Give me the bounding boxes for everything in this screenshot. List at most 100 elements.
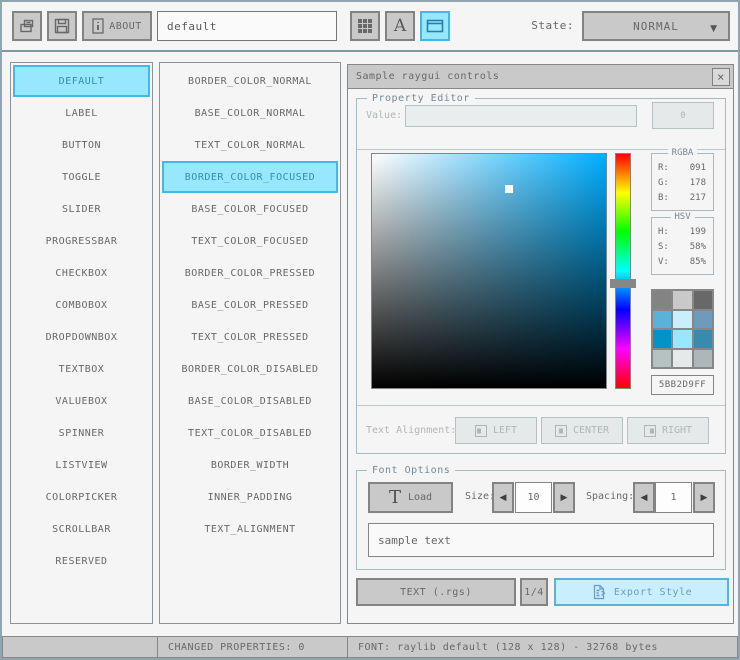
hsv-row-s: S: 58% [658,242,706,252]
control-item[interactable]: CHECKBOX [13,257,150,289]
palette-swatch[interactable] [673,330,692,348]
palette-swatch[interactable] [653,349,672,367]
palette-swatch[interactable] [653,330,672,348]
group-label: Font Options [367,465,456,476]
control-item[interactable]: DROPDOWNBOX [13,321,150,353]
control-item[interactable]: COLORPICKER [13,481,150,513]
palette-swatch[interactable] [673,349,692,367]
info-icon [92,18,104,34]
close-icon: × [717,70,725,84]
control-item[interactable]: TEXTBOX [13,353,150,385]
arrow-left-icon: ◀ [499,492,507,503]
about-button[interactable]: ABOUT [82,11,152,41]
palette-swatch[interactable] [693,310,712,328]
palette-swatch[interactable] [693,349,712,367]
group-label: Property Editor [367,93,475,104]
hex-color-value[interactable]: 5BB2D9FF [651,375,714,395]
property-item[interactable]: TEXT_COLOR_NORMAL [162,129,338,161]
size-label: Size: [465,491,496,502]
sample-text-box[interactable]: sample text [368,523,714,557]
controls-list: DEFAULT LABEL BUTTON TOGGLE SLIDER PROGR… [10,62,153,624]
about-label: ABOUT [109,20,142,32]
export-format-button[interactable]: TEXT (.rgs) [356,578,516,606]
control-item-default[interactable]: DEFAULT [13,65,150,97]
value-apply-button[interactable]: 0 [652,102,714,129]
format-pager-button[interactable]: 1/4 [520,578,548,606]
property-item[interactable]: BORDER_WIDTH [162,449,338,481]
palette-swatch[interactable] [653,310,672,328]
save-file-button[interactable] [47,11,77,41]
open-file-button[interactable] [12,11,42,41]
hue-slider-handle[interactable] [610,279,636,288]
property-item[interactable]: BASE_COLOR_NORMAL [162,97,338,129]
property-item[interactable]: BASE_COLOR_FOCUSED [162,193,338,225]
control-item[interactable]: TOGGLE [13,161,150,193]
spacing-decrease-button[interactable]: ◀ [633,482,655,513]
status-font-info: FONT: raylib default (128 x 128) - 32768… [347,636,738,658]
color-picker-gradient[interactable] [371,153,607,389]
size-increase-button[interactable]: ▶ [553,482,575,513]
palette-swatch[interactable] [673,310,692,328]
rgba-row-r: R: 091 [658,163,706,173]
palette-swatch[interactable] [653,291,672,309]
control-item[interactable]: LISTVIEW [13,449,150,481]
palette-swatch[interactable] [693,291,712,309]
control-item[interactable]: BUTTON [13,129,150,161]
close-button[interactable]: × [712,68,730,86]
control-item[interactable]: RESERVED [13,545,150,577]
hsv-group: HSV H: 199 S: 58% V: 85% [651,212,714,275]
palette-swatch[interactable] [693,330,712,348]
color-picker-marker[interactable] [505,185,513,193]
property-item[interactable]: TEXT_COLOR_FOCUSED [162,225,338,257]
control-panel-toggle-button[interactable] [420,11,450,41]
control-item[interactable]: COMBOBOX [13,289,150,321]
size-decrease-button[interactable]: ◀ [492,482,514,513]
spacing-value-box[interactable]: 1 [655,482,692,513]
property-item[interactable]: BASE_COLOR_DISABLED [162,385,338,417]
align-right-button[interactable]: RIGHT [627,417,709,444]
property-item[interactable]: TEXT_COLOR_PRESSED [162,321,338,353]
control-item[interactable]: SPINNER [13,417,150,449]
arrow-right-icon: ▶ [700,492,708,503]
value-label: Value: [366,110,403,121]
control-item[interactable]: SLIDER [13,193,150,225]
size-value-box[interactable]: 10 [515,482,552,513]
letter-a-icon: A [393,16,407,36]
control-item[interactable]: VALUEBOX [13,385,150,417]
hue-slider-bar[interactable] [615,153,631,389]
state-dropdown[interactable]: NORMAL ▼ [582,11,730,41]
property-item[interactable]: INNER_PADDING [162,481,338,513]
window-titlebar: Sample raygui controls × [348,65,733,89]
spacing-increase-button[interactable]: ▶ [693,482,715,513]
group-label: HSV [670,212,695,222]
arrow-left-icon: ◀ [640,492,648,503]
rgba-group: RGBA R: 091 G: 178 B: 217 [651,148,714,211]
property-item[interactable]: BORDER_COLOR_PRESSED [162,257,338,289]
property-item[interactable]: BORDER_COLOR_NORMAL [162,65,338,97]
align-center-button[interactable]: CENTER [541,417,623,444]
state-value: NORMAL [633,19,679,33]
folder-open-icon [18,17,36,35]
palette-swatch[interactable] [673,291,692,309]
property-item-selected[interactable]: BORDER_COLOR_FOCUSED [162,161,338,193]
style-table-button[interactable] [350,11,380,41]
align-left-icon [474,424,487,437]
control-item[interactable]: PROGRESSBAR [13,225,150,257]
state-label: State: [531,19,574,32]
control-item[interactable]: SCROLLBAR [13,513,150,545]
style-name-input[interactable] [157,11,337,41]
property-item[interactable]: BASE_COLOR_PRESSED [162,289,338,321]
style-color-palette [651,289,714,369]
arrow-right-icon: ▶ [560,492,568,503]
align-left-button[interactable]: LEFT [455,417,537,444]
property-item[interactable]: BORDER_COLOR_DISABLED [162,353,338,385]
property-item[interactable]: TEXT_ALIGNMENT [162,513,338,545]
property-item[interactable]: TEXT_COLOR_DISABLED [162,417,338,449]
export-style-button[interactable]: Export Style [554,578,729,606]
font-atlas-button[interactable]: A [385,11,415,41]
control-item[interactable]: LABEL [13,97,150,129]
toolbar-separator [2,50,738,52]
font-load-button[interactable]: T Load [368,482,453,513]
value-input[interactable] [405,105,637,127]
align-center-icon [554,424,567,437]
